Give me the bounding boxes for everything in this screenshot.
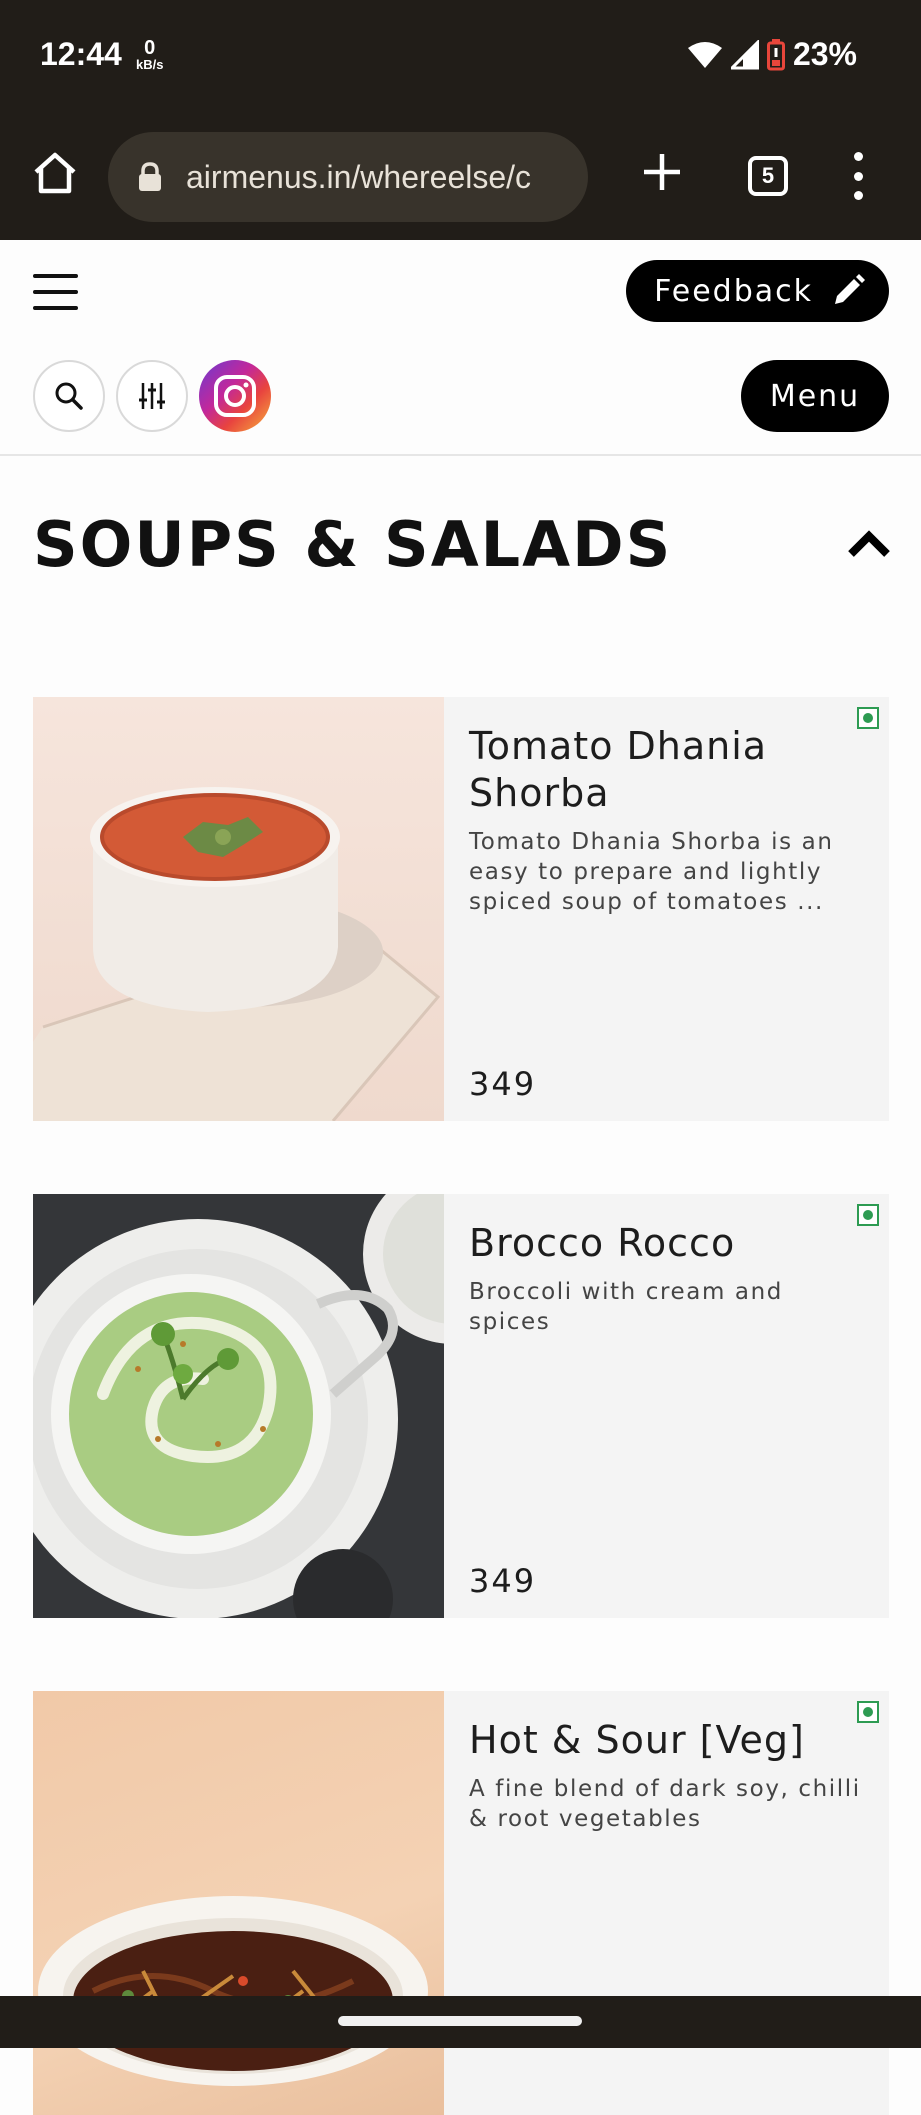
battery-percent: 23% <box>792 36 857 72</box>
page-header: Feedback Menu <box>0 240 921 456</box>
status-bar: 12:44 0 kB/s 23% <box>0 0 921 112</box>
new-tab-icon[interactable] <box>640 150 684 194</box>
item-details: Brocco Rocco Broccoli with cream and spi… <box>444 1194 889 1618</box>
item-description: A fine blend of dark soy, chilli & root … <box>469 1776 861 1832</box>
item-price: 349 <box>469 1562 537 1600</box>
item-name: Brocco Rocco <box>469 1221 736 1265</box>
system-nav-bar <box>0 1996 921 2048</box>
item-price: 349 <box>469 1065 537 1103</box>
item-details: Tomato Dhania Shorba Tomato Dhania Shorb… <box>444 697 889 1121</box>
item-image <box>33 1194 444 1618</box>
menu-item-card[interactable]: Brocco Rocco Broccoli with cream and spi… <box>33 1194 889 1618</box>
data-rate-unit: kB/s <box>136 57 164 72</box>
lock-icon <box>139 162 161 191</box>
item-details: Hot & Sour [Veg] A fine blend of dark so… <box>444 1691 889 2115</box>
chevron-up-icon[interactable] <box>847 528 891 558</box>
item-image <box>33 697 444 1121</box>
item-name: Hot & Sour [Veg] <box>469 1718 805 1762</box>
menu-item-card[interactable]: Tomato Dhania Shorba Tomato Dhania Shorb… <box>33 697 889 1121</box>
section-title: SOUPS & SALADS <box>33 508 673 581</box>
menu-item-card[interactable]: Hot & Sour [Veg] A fine blend of dark so… <box>33 1691 889 2115</box>
menu-label: Menu <box>769 378 861 414</box>
status-time: 12:44 <box>40 36 122 72</box>
pencil-icon <box>835 274 865 304</box>
veg-indicator-icon <box>857 707 879 729</box>
browser-toolbar: airmenus.in/whereelse/c 5 <box>0 112 921 240</box>
item-image <box>33 1691 444 2115</box>
instagram-icon <box>214 375 256 417</box>
tab-switcher-button[interactable]: 5 <box>748 156 788 196</box>
tab-count: 5 <box>761 163 775 188</box>
cell-signal-icon <box>730 39 759 69</box>
address-bar[interactable]: airmenus.in/whereelse/c <box>108 132 588 222</box>
veg-indicator-icon <box>857 1701 879 1723</box>
veg-indicator-icon <box>857 1204 879 1226</box>
feedback-label: Feedback <box>654 273 813 309</box>
item-description: Broccoli with cream and spices <box>469 1279 783 1335</box>
hamburger-menu-icon[interactable] <box>33 274 78 310</box>
home-icon[interactable] <box>30 148 80 198</box>
item-name: Tomato Dhania Shorba <box>469 724 768 815</box>
menu-button[interactable]: Menu <box>741 360 889 432</box>
sliders-icon <box>139 383 165 409</box>
more-options-icon[interactable] <box>850 152 866 200</box>
data-rate-value: 0 <box>144 37 156 59</box>
search-button[interactable] <box>33 360 105 432</box>
data-rate-indicator: 0 kB/s <box>136 38 163 72</box>
battery-icon <box>766 38 785 70</box>
search-icon <box>55 382 83 410</box>
url-text: airmenus.in/whereelse/c <box>186 158 532 195</box>
wifi-icon <box>687 41 722 68</box>
filter-button[interactable] <box>116 360 188 432</box>
home-gesture-handle[interactable] <box>338 2016 582 2026</box>
item-description: Tomato Dhania Shorba is an easy to prepa… <box>469 829 834 915</box>
feedback-button[interactable]: Feedback <box>626 260 889 322</box>
status-icons: 23% <box>687 36 857 73</box>
instagram-button[interactable] <box>199 360 271 432</box>
